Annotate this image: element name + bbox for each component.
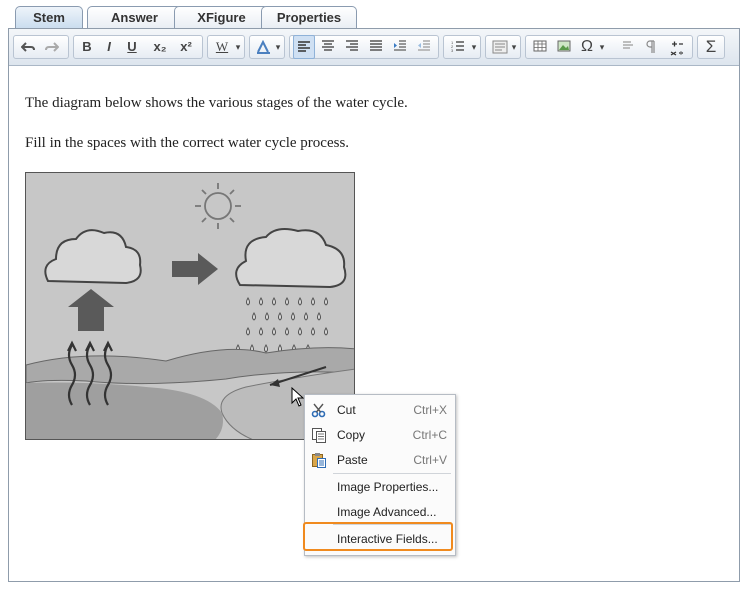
bold-button[interactable]: B: [77, 35, 97, 59]
chevron-down-icon[interactable]: ▾: [597, 35, 607, 59]
menu-label: Paste: [337, 453, 368, 467]
paste-icon: [312, 453, 326, 468]
stem-line-1: The diagram below shows the various stag…: [25, 95, 408, 111]
undo-button[interactable]: [17, 35, 39, 59]
tab-xfigure[interactable]: XFigure: [174, 6, 269, 28]
menu-item-image-properties[interactable]: Image Properties...: [305, 476, 455, 498]
font-color-button[interactable]: [253, 35, 275, 59]
align-center-button[interactable]: [317, 35, 339, 59]
font-color-icon: [257, 40, 270, 54]
menu-shortcut: Ctrl+V: [413, 453, 447, 467]
underline-button[interactable]: U: [122, 35, 142, 59]
copy-icon: [312, 428, 326, 443]
image-icon: [557, 40, 571, 52]
outdent-button[interactable]: [413, 35, 435, 59]
stem-line-2: Fill in the spaces with the correct wate…: [25, 135, 350, 151]
menu-label: Copy: [337, 428, 366, 442]
highlight-box: [303, 522, 453, 551]
svg-text:3: 3: [451, 48, 454, 52]
paragraph-button[interactable]: [617, 35, 639, 59]
menu-label: Image Properties...: [337, 480, 439, 494]
tab-answer[interactable]: Answer: [87, 6, 182, 28]
menu-item-cut[interactable]: Cut Ctrl+X: [305, 399, 455, 421]
math-icon: [670, 41, 683, 56]
tab-stem[interactable]: Stem: [15, 6, 83, 29]
scissors-icon: [311, 403, 326, 418]
align-right-button[interactable]: [341, 35, 363, 59]
outdent-icon: [418, 40, 430, 51]
table-icon: [533, 40, 547, 52]
pilcrow-button[interactable]: [641, 35, 661, 59]
list-button[interactable]: 123: [447, 35, 469, 59]
editor-toolbar: B I U x₂ x² W ▾ ▾ 123 ▾ ▾ Ω ▾ Σ: [9, 29, 739, 66]
superscript-button[interactable]: x²: [175, 35, 197, 59]
italic-button[interactable]: I: [99, 35, 119, 59]
undo-icon: [21, 42, 35, 52]
tab-properties[interactable]: Properties: [261, 6, 357, 28]
menu-item-paste[interactable]: Paste Ctrl+V: [305, 449, 455, 471]
indent-button[interactable]: [389, 35, 411, 59]
chevron-down-icon[interactable]: ▾: [509, 35, 519, 59]
indent-icon: [394, 40, 406, 51]
menu-item-copy[interactable]: Copy Ctrl+C: [305, 424, 455, 446]
menu-label: Cut: [337, 403, 356, 417]
table-button[interactable]: [529, 35, 551, 59]
equation-button[interactable]: Σ: [700, 35, 722, 59]
format-icon: [492, 40, 508, 54]
justify-button[interactable]: [365, 35, 387, 59]
menu-label: Image Advanced...: [337, 505, 437, 519]
chevron-down-icon[interactable]: ▾: [469, 35, 479, 59]
special-char-button[interactable]: Ω: [577, 35, 597, 59]
chevron-down-icon[interactable]: ▾: [233, 35, 243, 59]
align-center-icon: [322, 40, 334, 51]
align-left-icon: [298, 41, 310, 52]
image-button[interactable]: [553, 35, 575, 59]
chevron-down-icon[interactable]: ▾: [273, 35, 283, 59]
redo-icon: [45, 42, 59, 52]
menu-shortcut: Ctrl+X: [413, 403, 447, 417]
mouse-cursor-icon: [291, 387, 304, 407]
align-right-icon: [346, 40, 358, 51]
menu-separator: [333, 473, 451, 474]
word-button[interactable]: W: [211, 35, 233, 59]
math-button[interactable]: [665, 35, 689, 59]
redo-button[interactable]: [41, 35, 63, 59]
paragraph-icon: [623, 41, 633, 49]
format-button[interactable]: [489, 35, 511, 59]
menu-item-image-advanced[interactable]: Image Advanced...: [305, 501, 455, 523]
list-icon: 123: [451, 40, 464, 52]
subscript-button[interactable]: x₂: [149, 35, 171, 59]
pilcrow-icon: [646, 40, 655, 53]
align-left-button[interactable]: [293, 35, 315, 59]
menu-shortcut: Ctrl+C: [412, 428, 447, 442]
justify-icon: [370, 40, 382, 51]
